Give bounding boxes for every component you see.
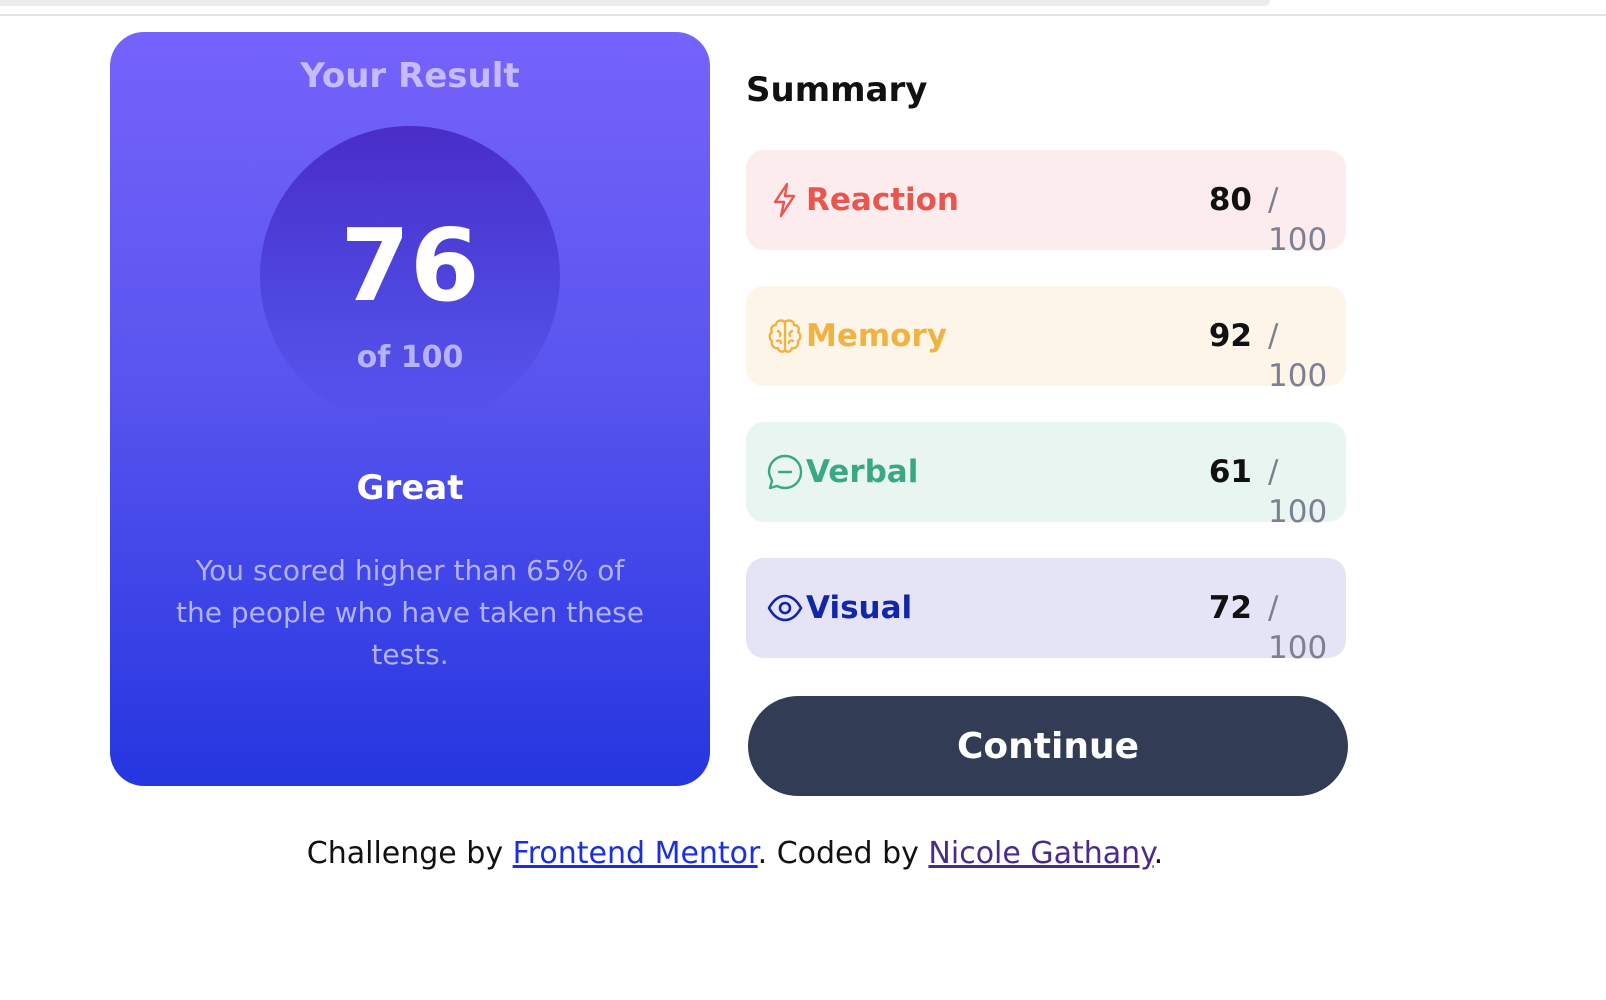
summary-score: 61 — [1208, 454, 1252, 490]
footer-prefix: Challenge by — [306, 836, 513, 871]
summary-row-verbal: Verbal 61 / 100 — [746, 422, 1346, 530]
frontend-mentor-link[interactable]: Frontend Mentor — [513, 836, 758, 871]
summary-max: / 100 — [1268, 318, 1328, 394]
top-bar — [0, 0, 1270, 6]
summary-max: / 100 — [1268, 454, 1328, 530]
summary-score: 92 — [1208, 318, 1252, 354]
summary-row-visual: Visual 72 / 100 — [746, 558, 1346, 666]
footer-suffix: . — [1153, 836, 1164, 871]
score-circle: 76 of 100 — [260, 126, 560, 426]
rating-label: Great — [356, 468, 464, 508]
summary-label: Visual — [806, 590, 913, 626]
summary-max: / 100 — [1268, 182, 1328, 258]
summary-row-memory: Memory 92 / 100 — [746, 286, 1346, 394]
summary-label: Verbal — [806, 454, 919, 490]
continue-button[interactable]: Continue — [748, 696, 1348, 796]
summary-title: Summary — [746, 70, 928, 110]
footer-middle: . Coded by — [757, 836, 929, 871]
score-of-label: of 100 — [356, 340, 464, 375]
chat-bubble-icon — [766, 452, 804, 492]
top-divider — [0, 14, 1606, 16]
eye-icon — [766, 588, 804, 628]
summary-label: Memory — [806, 318, 947, 354]
result-description: You scored higher than 65% of the people… — [176, 554, 644, 671]
summary-score: 80 — [1208, 182, 1252, 218]
lightning-icon — [766, 180, 804, 220]
page: Your Result 76 of 100 Great You scored h… — [0, 0, 1606, 1000]
summary-label: Reaction — [806, 182, 960, 218]
summary-max: / 100 — [1268, 590, 1328, 666]
result-card: Your Result 76 of 100 Great You scored h… — [110, 32, 710, 786]
result-title: Your Result — [300, 56, 520, 96]
footer-attribution: Challenge by Frontend Mentor. Coded by N… — [0, 836, 1470, 871]
summary-score: 72 — [1208, 590, 1252, 626]
score-number: 76 — [340, 207, 480, 324]
summary-row-reaction: Reaction 80 / 100 — [746, 150, 1346, 258]
author-link[interactable]: Nicole Gathany — [928, 836, 1153, 871]
brain-icon — [766, 316, 804, 356]
